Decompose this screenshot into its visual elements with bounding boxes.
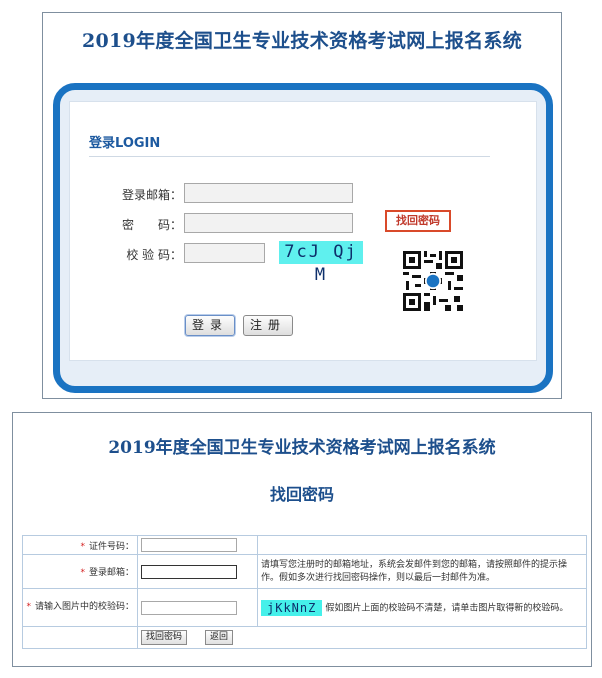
login-window: 2019年度全国卫生专业技术资格考试网上报名系统 登录LOGIN 登录邮箱： 密… [42, 12, 562, 399]
recover-captcha-label: 请输入图片中的校验码： [34, 602, 134, 612]
captcha-input[interactable] [184, 243, 265, 263]
find-password-button[interactable]: 找回密码 [385, 210, 451, 232]
recover-captcha-input[interactable] [141, 600, 237, 615]
find-password-submit-button[interactable]: 找回密码 [141, 630, 188, 645]
login-page-title: 2019年度全国卫生专业技术资格考试网上报名系统 [81, 30, 523, 52]
table-row: * 证件号码： [22, 535, 587, 555]
register-button[interactable]: 注册 [243, 315, 293, 336]
recover-captcha-input-cell [137, 588, 258, 627]
recover-email-label: 登录邮箱： [88, 568, 134, 578]
back-button[interactable]: 返回 [205, 630, 234, 645]
table-row: * 登录邮箱： 请填写您注册时的邮箱地址，系统会发邮件到您的邮箱，请按照邮件的提示… [22, 554, 587, 589]
password-input[interactable] [184, 213, 353, 233]
login-form-panel: 登录LOGIN 登录邮箱： 密 码： 校 验 码： 7cJ Qj M 找回密码 [69, 101, 537, 361]
id-number-label: 证件号码： [88, 541, 134, 552]
id-number-label-cell: * 证件号码： [22, 535, 138, 555]
button-row-spacer [22, 626, 138, 649]
captcha-label: 校 验 码： [126, 248, 182, 262]
id-number-input-cell [137, 535, 258, 555]
table-row: 找回密码 返回 [22, 626, 587, 649]
login-divider [89, 156, 490, 157]
recover-captcha-image[interactable]: jKkNnZ [261, 599, 323, 616]
captcha-hint: 假如图片上面的校验码不清楚，请单击图片取得新的校验码。 [325, 603, 569, 613]
captcha-image[interactable]: 7cJ Qj M [279, 241, 363, 285]
email-label: 登录邮箱： [121, 188, 182, 202]
required-mark: * [26, 602, 31, 612]
login-frame: 登录LOGIN 登录邮箱： 密 码： 校 验 码： 7cJ Qj M 找回密码 [53, 83, 553, 393]
required-mark: * [80, 541, 85, 552]
recover-email-label-cell: * 登录邮箱： [22, 554, 138, 589]
email-hint: 请填写您注册时的邮箱地址，系统会发邮件到您的邮箱，请按照邮件的提示操作。假如多次… [257, 554, 587, 589]
recover-captcha-label-cell: * 请输入图片中的校验码： [22, 588, 138, 627]
recover-page-title: 2019年度全国卫生专业技术资格考试网上报名系统 [108, 438, 496, 458]
email-input[interactable] [184, 183, 353, 203]
password-label: 密 码： [121, 218, 182, 232]
id-number-input[interactable] [141, 538, 237, 552]
recover-email-input-cell [137, 554, 258, 589]
recover-email-input[interactable] [141, 564, 237, 579]
recover-form-table: * 证件号码： * 登录邮箱： 请填写您注册时的邮箱地址，系统会发邮件到您的邮箱，请… [22, 535, 587, 649]
recover-page-subtitle: 找回密码 [269, 485, 334, 504]
recover-window: 2019年度全国卫生专业技术资格考试网上报名系统 找回密码 * 证件号码： * 登录… [12, 412, 592, 667]
recover-captcha-cell: jKkNnZ 假如图片上面的校验码不清楚，请单击图片取得新的校验码。 [257, 588, 587, 627]
qr-code-icon [403, 251, 463, 311]
required-mark: * [80, 568, 85, 578]
table-row: * 请输入图片中的校验码： jKkNnZ 假如图片上面的校验码不清楚，请单击图片取得… [22, 588, 587, 627]
login-heading: 登录LOGIN [89, 136, 161, 151]
button-row-cell: 找回密码 返回 [137, 626, 587, 649]
login-button[interactable]: 登录 [185, 315, 235, 336]
id-number-hint-cell [257, 535, 587, 555]
